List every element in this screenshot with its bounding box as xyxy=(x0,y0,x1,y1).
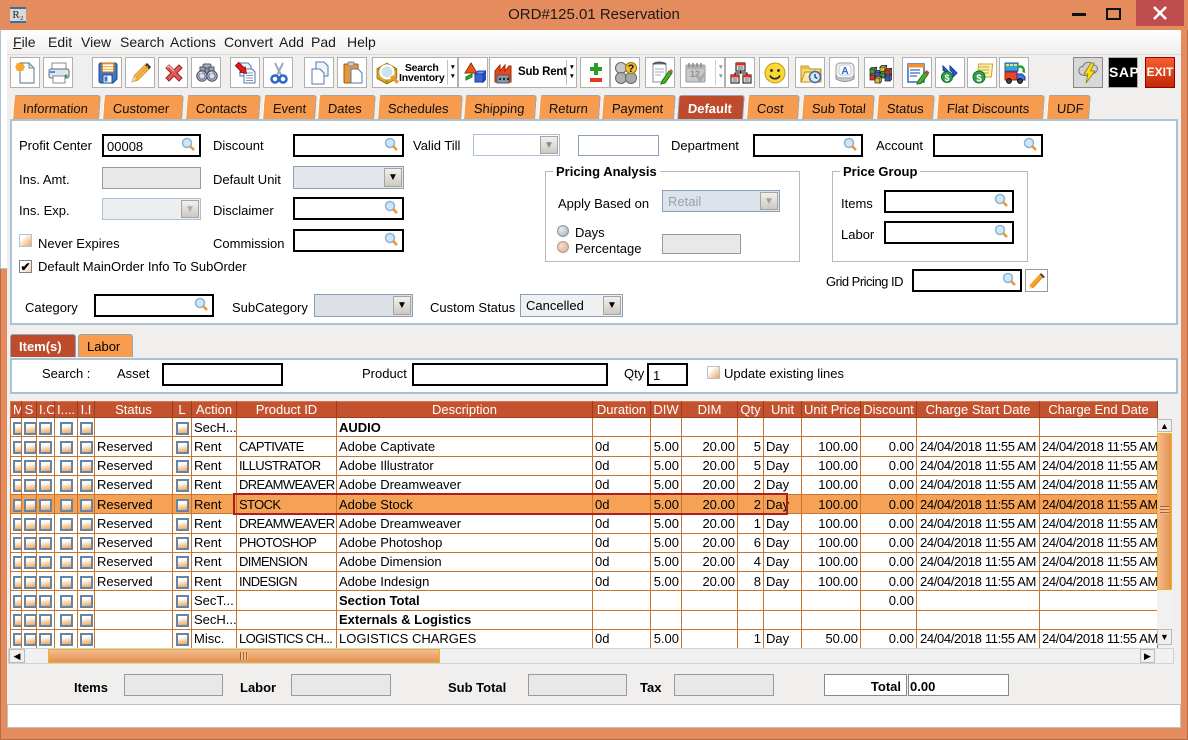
svg-text:?: ? xyxy=(628,63,635,75)
svg-text:$: $ xyxy=(976,74,982,85)
svg-text:A: A xyxy=(841,66,848,77)
svg-text:$: $ xyxy=(944,73,949,83)
